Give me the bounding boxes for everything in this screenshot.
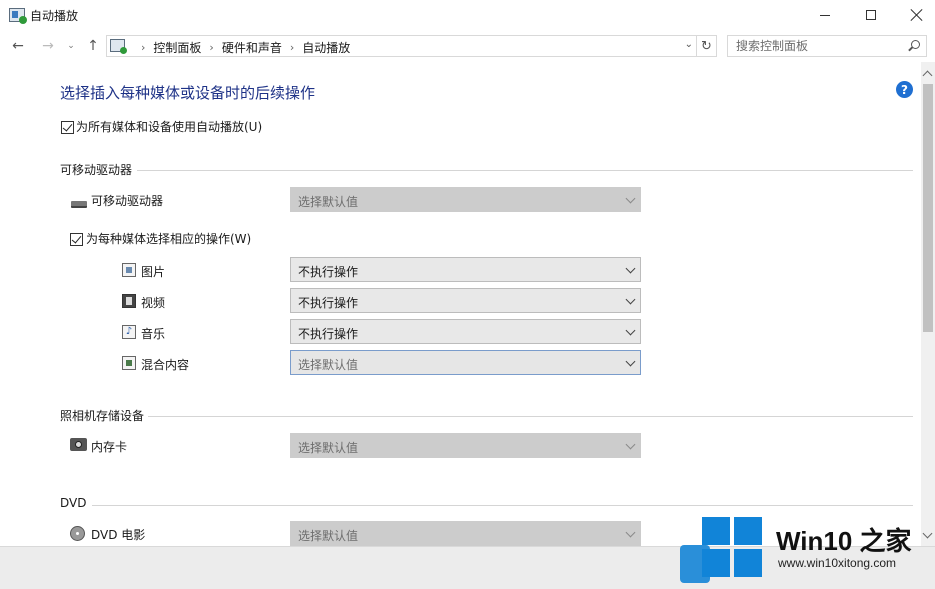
- arrow-right-icon: →: [42, 38, 54, 54]
- search-input[interactable]: [728, 36, 898, 56]
- memory-card-icon: [70, 438, 87, 451]
- section-divider: [137, 170, 913, 171]
- search-box[interactable]: [727, 35, 927, 57]
- help-icon[interactable]: ?: [896, 81, 913, 98]
- mixed-content-select-value: 选择默认值: [298, 358, 359, 372]
- close-icon: [911, 9, 923, 21]
- refresh-button[interactable]: ↻: [697, 35, 717, 57]
- removable-section-title: 可移动驱动器: [60, 163, 133, 177]
- chevron-down-icon: [625, 439, 636, 450]
- control-panel-icon: [110, 39, 127, 54]
- refresh-icon: ↻: [701, 38, 712, 54]
- dvd-movie-select[interactable]: 选择默认值: [290, 521, 641, 546]
- back-button[interactable]: ←: [8, 36, 28, 56]
- picture-icon: [122, 263, 136, 277]
- section-divider: [92, 505, 913, 506]
- address-bar[interactable]: › 控制面板 › 硬件和声音 › 自动播放 ⌄: [106, 35, 697, 57]
- chevron-down-icon: [625, 193, 636, 204]
- use-autoplay-label[interactable]: 为所有媒体和设备使用自动播放(U): [76, 118, 262, 135]
- pictures-select-value: 不执行操作: [298, 265, 359, 279]
- chevron-down-icon: ⌄: [67, 41, 75, 51]
- chevron-down-icon: [625, 356, 636, 367]
- memory-card-label: 内存卡: [91, 440, 128, 454]
- use-autoplay-checkbox[interactable]: [61, 121, 74, 134]
- breadcrumb: › 控制面板 › 硬件和声音 › 自动播放: [133, 39, 350, 56]
- breadcrumb-hardware-sound[interactable]: 硬件和声音: [222, 39, 282, 56]
- breadcrumb-autoplay[interactable]: 自动播放: [302, 39, 350, 56]
- mixed-content-select[interactable]: 选择默认值: [290, 350, 641, 375]
- recent-locations-button[interactable]: ⌄: [64, 36, 78, 56]
- arrow-up-icon: ↑: [87, 38, 99, 54]
- music-select-value: 不执行操作: [298, 327, 359, 341]
- dvd-disc-icon: [70, 526, 85, 541]
- camera-section-title: 照相机存储设备: [60, 409, 145, 423]
- video-select-value: 不执行操作: [298, 296, 359, 310]
- per-media-label[interactable]: 为每种媒体选择相应的操作(W): [86, 230, 251, 247]
- title-bar: 自动播放: [0, 0, 935, 30]
- memory-card-select-value: 选择默认值: [298, 441, 359, 455]
- chevron-down-icon: [625, 325, 636, 336]
- removable-drive-label: 可移动驱动器: [91, 194, 164, 208]
- removable-drive-icon: [71, 201, 87, 208]
- address-dropdown-icon[interactable]: ⌄: [685, 39, 693, 50]
- watermark-title: Win10 之家: [776, 526, 912, 556]
- window-title: 自动播放: [30, 9, 79, 23]
- vertical-scrollbar[interactable]: [921, 62, 935, 546]
- minimize-icon: [820, 14, 830, 16]
- scroll-thumb[interactable]: [923, 84, 933, 332]
- scroll-up-icon[interactable]: [922, 70, 933, 81]
- dvd-movie-select-value: 选择默认值: [298, 529, 359, 543]
- page-title: 选择插入每种媒体或设备时的后续操作: [60, 84, 316, 102]
- music-icon: ♪: [122, 325, 136, 339]
- video-select[interactable]: 不执行操作: [290, 288, 641, 313]
- chevron-right-icon: ›: [209, 41, 214, 54]
- watermark-url: www.win10xitong.com: [778, 556, 897, 570]
- maximize-icon: [866, 10, 876, 20]
- minimize-button[interactable]: [802, 0, 848, 30]
- arrow-left-icon: ←: [12, 38, 24, 54]
- removable-drive-select[interactable]: 选择默认值: [290, 187, 641, 212]
- dvd-movie-label: DVD 电影: [91, 528, 146, 542]
- search-icon[interactable]: [911, 40, 920, 49]
- section-divider: [148, 416, 913, 417]
- chevron-down-icon: [625, 263, 636, 274]
- chevron-right-icon: ›: [141, 41, 146, 54]
- mixed-content-icon: [122, 356, 136, 370]
- pictures-select[interactable]: 不执行操作: [290, 257, 641, 282]
- mixed-content-label: 混合内容: [141, 358, 190, 372]
- breadcrumb-control-panel[interactable]: 控制面板: [153, 39, 201, 56]
- music-label: 音乐: [141, 327, 166, 341]
- music-select[interactable]: 不执行操作: [290, 319, 641, 344]
- chevron-right-icon: ›: [289, 41, 295, 54]
- autoplay-app-icon: [9, 8, 27, 24]
- removable-drive-select-value: 选择默认值: [298, 195, 359, 209]
- memory-card-select[interactable]: 选择默认值: [290, 433, 641, 458]
- per-media-checkbox[interactable]: [70, 233, 83, 246]
- video-icon: [122, 294, 136, 308]
- watermark: Win10 之家 www.win10xitong.com: [680, 507, 932, 587]
- video-label: 视频: [141, 296, 166, 310]
- close-button[interactable]: [894, 0, 935, 30]
- forward-button[interactable]: →: [38, 36, 58, 56]
- chevron-down-icon: [625, 527, 636, 538]
- chevron-down-icon: [625, 294, 636, 305]
- dvd-section-title: DVD: [60, 496, 87, 510]
- navigation-bar: ← → ⌄ ↑ › 控制面板 › 硬件和声音 › 自动播放 ⌄ ↻: [0, 30, 935, 62]
- up-button[interactable]: ↑: [84, 36, 102, 56]
- windows-logo-icon: [702, 517, 764, 579]
- main-content: 选择插入每种媒体或设备时的后续操作 ? 为所有媒体和设备使用自动播放(U) 可移…: [0, 62, 921, 546]
- maximize-button[interactable]: [848, 0, 894, 30]
- pictures-label: 图片: [141, 265, 166, 279]
